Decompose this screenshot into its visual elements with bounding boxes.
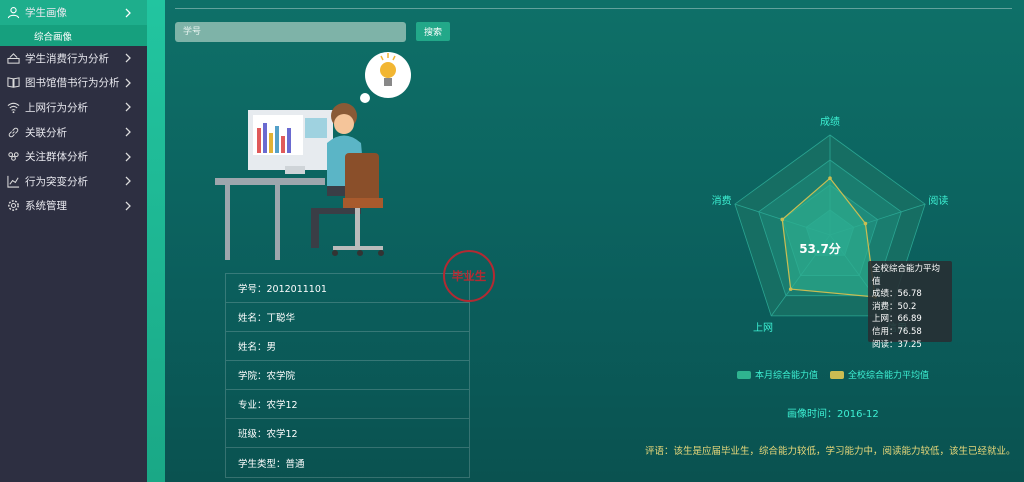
sidebar-item-label: 图书馆借书行为分析 xyxy=(25,77,120,90)
radar-tooltip: 全校综合能力平均值 成绩：56.78 消费：50.2 上网：66.89 信用：7… xyxy=(868,261,952,350)
student-info-table: 学号：2012011101 姓名：丁聪华 姓名：男 学院：农学院 专业：农学12… xyxy=(225,273,470,478)
chevron-right-icon xyxy=(124,53,132,63)
sidebar-subitem-label: 综合画像 xyxy=(34,31,73,43)
trend-icon xyxy=(6,174,20,188)
tooltip-line: 信用：76.58 xyxy=(872,326,922,337)
radar-axis-label: 阅读 xyxy=(928,194,948,207)
legend-item-month[interactable]: 本月综合能力值 xyxy=(737,368,818,381)
radar-point[interactable] xyxy=(863,221,868,226)
divider xyxy=(175,8,1012,9)
sidebar-item-label: 上网行为分析 xyxy=(25,101,88,114)
sidebar-item-label: 关联分析 xyxy=(25,126,67,139)
chevron-right-icon xyxy=(124,8,132,18)
chevron-right-icon xyxy=(124,78,132,88)
book-icon xyxy=(6,76,20,90)
info-row-student-type: 学生类型：普通 xyxy=(238,458,305,470)
wifi-icon xyxy=(6,100,20,114)
evaluation-comment: 评语：该生是应届毕业生，综合能力较低，学习能力中，阅读能力较低，该生已经就业。 xyxy=(645,446,1016,457)
student-id-search-input[interactable] xyxy=(175,22,406,42)
radar-legend: 本月综合能力值 全校综合能力平均值 xyxy=(737,368,935,381)
radar-score: 53.7分 xyxy=(799,241,841,256)
gear-icon xyxy=(6,199,20,213)
sidebar: 学生画像 综合画像 学生消费行为分析 图书馆借书行为分析 上网行为分析 关联分析 xyxy=(0,0,147,482)
sidebar-item-consumption[interactable]: 学生消费行为分析 xyxy=(0,46,147,71)
sidebar-item-system[interactable]: 系统管理 xyxy=(0,194,147,219)
sidebar-item-label: 行为突变分析 xyxy=(25,175,88,188)
search-button[interactable]: 搜索 xyxy=(416,22,450,41)
group-icon xyxy=(6,150,20,164)
legend-swatch-month xyxy=(737,370,751,379)
sidebar-item-label: 学生画像 xyxy=(25,7,67,19)
sidebar-item-focus-group[interactable]: 关注群体分析 xyxy=(0,144,147,169)
legend-label: 全校综合能力平均值 xyxy=(848,371,930,381)
portrait-time: 画像时间：2016-12 xyxy=(787,409,879,420)
info-row-gender: 姓名：男 xyxy=(226,332,469,361)
legend-label: 本月综合能力值 xyxy=(755,371,819,381)
student-illustration xyxy=(215,52,411,260)
tooltip-line: 上网：66.89 xyxy=(872,314,922,325)
consume-icon xyxy=(6,51,20,65)
chevron-right-icon xyxy=(124,201,132,211)
info-row-college: 学院：农学院 xyxy=(226,361,469,390)
radar-point[interactable] xyxy=(780,217,785,222)
user-icon xyxy=(6,6,20,20)
info-row-name: 姓名：丁聪华 xyxy=(226,303,469,332)
chevron-right-icon xyxy=(124,176,132,186)
radar-point[interactable] xyxy=(788,287,793,291)
sidebar-subitem-overall-portrait[interactable]: 综合画像 xyxy=(0,25,147,46)
chevron-right-icon xyxy=(124,127,132,137)
sidebar-item-association[interactable]: 关联分析 xyxy=(0,120,147,145)
tooltip-line: 成绩：56.78 xyxy=(872,289,922,300)
sidebar-item-label: 系统管理 xyxy=(25,200,67,213)
sidebar-item-student-portrait[interactable]: 学生画像 xyxy=(0,0,147,25)
tooltip-line: 阅读：37.25 xyxy=(872,339,922,350)
sidebar-item-label: 关注群体分析 xyxy=(25,151,88,164)
sidebar-item-behavior-change[interactable]: 行为突变分析 xyxy=(0,169,147,194)
tooltip-title: 全校综合能力平均值 xyxy=(872,264,941,287)
main-panel: 搜索 学号：2012011101 姓名： xyxy=(165,0,1024,482)
info-row-major: 专业：农学12 xyxy=(226,390,469,419)
radar-axis-label: 成绩 xyxy=(820,115,840,128)
info-row-class: 班级：农学12 xyxy=(226,419,469,448)
legend-swatch-average xyxy=(830,370,845,379)
legend-item-average[interactable]: 全校综合能力平均值 xyxy=(830,368,929,381)
graduate-stamp: 毕业生 xyxy=(443,250,495,302)
link-icon xyxy=(6,125,20,139)
radar-axis-label: 上网 xyxy=(753,322,773,334)
info-row-student-id: 学号：2012011101 xyxy=(226,274,469,303)
radar-point[interactable] xyxy=(828,176,832,181)
sidebar-item-library[interactable]: 图书馆借书行为分析 xyxy=(0,71,147,96)
chevron-right-icon xyxy=(124,102,132,112)
sidebar-item-internet[interactable]: 上网行为分析 xyxy=(0,95,147,120)
tooltip-line: 消费：50.2 xyxy=(872,301,917,312)
sidebar-item-label: 学生消费行为分析 xyxy=(25,52,109,65)
radar-axis-label: 消费 xyxy=(712,194,732,207)
accent-stripe xyxy=(147,0,165,482)
chevron-right-icon xyxy=(124,152,132,162)
